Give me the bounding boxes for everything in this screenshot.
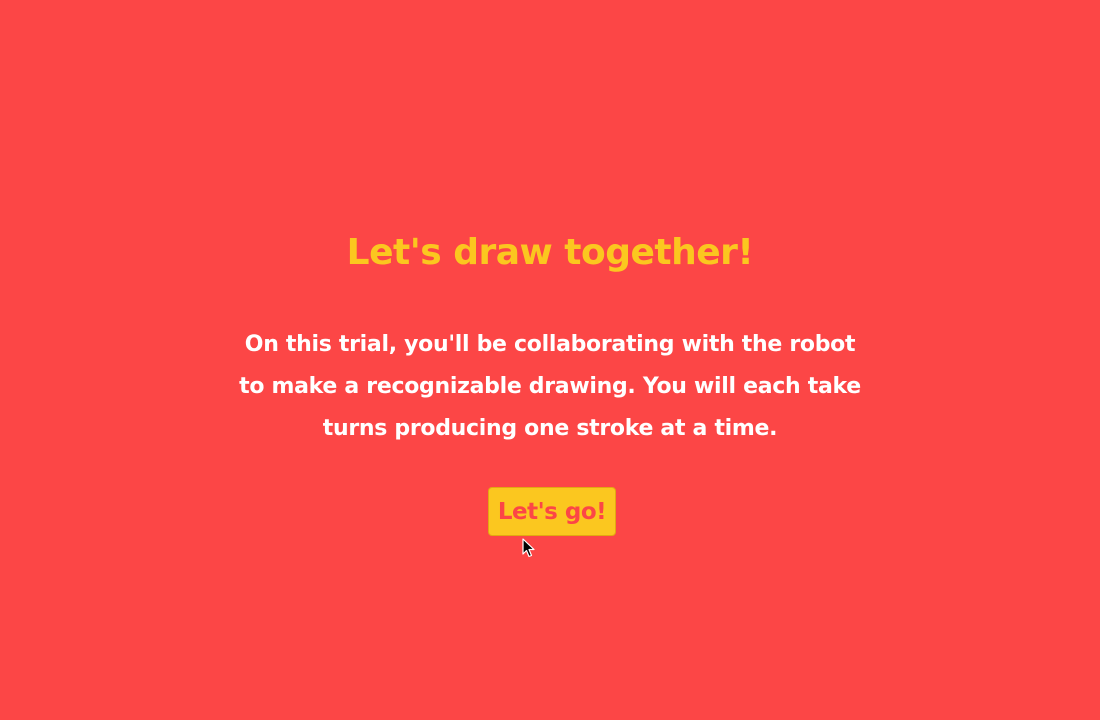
page-title: Let's draw together!: [346, 232, 754, 273]
instructions-text: On this trial, you'll be collaborating w…: [239, 332, 861, 441]
lets-go-button[interactable]: Let's go!: [488, 487, 616, 536]
intro-screen: Let's draw together! On this trial, you'…: [0, 0, 1100, 720]
mouse-pointer-icon: [522, 538, 535, 558]
